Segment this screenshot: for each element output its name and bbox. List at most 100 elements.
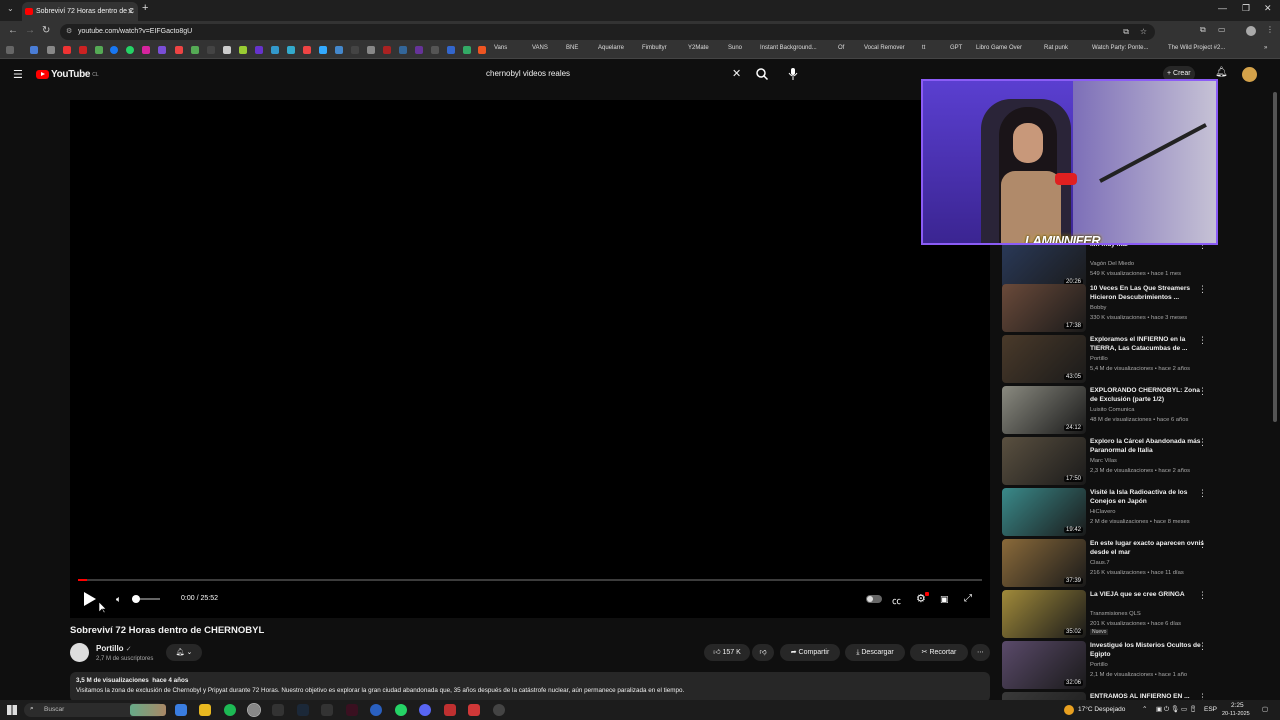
bookmark-of[interactable]: Of	[838, 45, 844, 51]
spotify-icon[interactable]	[224, 704, 236, 716]
copilot-icon[interactable]	[175, 704, 187, 716]
more-options-icon[interactable]: ⋮	[1198, 641, 1207, 652]
bookmark-icon[interactable]	[351, 46, 359, 54]
bookmark-icon[interactable]	[447, 46, 455, 54]
office-icon[interactable]	[468, 704, 480, 716]
tray-chevron-icon[interactable]: ⌃	[1142, 705, 1147, 713]
bookmark-icon[interactable]	[303, 46, 311, 54]
volume-icon[interactable]: 🔈︎	[116, 594, 121, 605]
bookmark-fimbultyr[interactable]: Fimbultyr	[642, 45, 667, 51]
more-options-icon[interactable]: ⋮	[1198, 284, 1207, 295]
more-options-icon[interactable]: ⋮	[1198, 335, 1207, 346]
bookmark-y2mate[interactable]: Y2Mate	[688, 45, 709, 51]
page-scrollbar[interactable]	[1273, 92, 1277, 422]
bookmark-wild-project[interactable]: The Wild Project #2...	[1168, 45, 1225, 51]
steam-icon[interactable]	[297, 704, 309, 716]
more-options-icon[interactable]: ⋮	[1198, 488, 1207, 499]
search-input[interactable]: chernobyl videos reales	[480, 65, 748, 83]
bookmark-icon[interactable]	[63, 46, 71, 54]
bookmark-rat-punk[interactable]: Rat punk	[1044, 45, 1068, 51]
download-button[interactable]: ⤓ Descargar	[845, 644, 905, 661]
obs-icon[interactable]	[493, 704, 505, 716]
video-thumbnail[interactable]: 24:12	[1002, 386, 1086, 434]
browser-tab[interactable]: Sobreviví 72 Horas dentro de C ✕	[22, 2, 138, 21]
bookmark-icon[interactable]	[255, 46, 263, 54]
browser-menu-icon[interactable]: ⋮	[1266, 25, 1274, 34]
share-button[interactable]: ➦ Compartir	[780, 644, 840, 661]
clock-time[interactable]: 2:25	[1231, 702, 1244, 709]
bookmark-icon[interactable]	[319, 46, 327, 54]
recommendation-channel[interactable]: HiClavero	[1090, 509, 1115, 515]
video-thumbnail[interactable]: 32:06	[1002, 641, 1086, 689]
autoplay-toggle[interactable]	[866, 595, 882, 603]
bookmark-aquelarre[interactable]: Aquelarre	[598, 45, 624, 51]
bookmark-tt[interactable]: tt	[922, 45, 925, 51]
back-icon[interactable]: ←	[8, 25, 18, 36]
app-icon[interactable]	[272, 704, 284, 716]
video-thumbnail[interactable]: 35:02	[1002, 590, 1086, 638]
app-icon[interactable]	[321, 704, 333, 716]
hamburger-menu-icon[interactable]: ☰	[13, 68, 23, 81]
facebook-icon[interactable]	[110, 46, 118, 54]
bookmark-icon[interactable]	[175, 46, 183, 54]
bookmark-bne[interactable]: BNE	[566, 45, 578, 51]
fullscreen-icon[interactable]: ⤢	[964, 593, 972, 604]
more-options-icon[interactable]: ⋮	[1198, 437, 1207, 448]
video-thumbnail[interactable]: 37:39	[1002, 539, 1086, 587]
apps-icon[interactable]	[6, 46, 14, 54]
clip-button[interactable]: ✂ Recortar	[910, 644, 968, 661]
account-avatar[interactable]	[1242, 67, 1257, 82]
whatsapp-icon[interactable]	[395, 704, 407, 716]
voice-search-button[interactable]	[788, 65, 804, 83]
window-close-button[interactable]: ✕	[1264, 3, 1272, 14]
language-indicator[interactable]: ESP	[1204, 706, 1217, 713]
bookmark-icon[interactable]	[335, 46, 343, 54]
recommendation-item[interactable]: 19:42 Visité la Isla Radioactiva de los C…	[1002, 488, 1222, 536]
video-thumbnail[interactable]: 17:38	[1002, 284, 1086, 332]
bookmark-libro-game-over[interactable]: Libro Game Over	[976, 45, 1022, 51]
bookmark-vocal-remover[interactable]: Vocal Remover	[864, 45, 905, 51]
bookmark-icon[interactable]	[383, 46, 391, 54]
windows-start-icon[interactable]	[7, 705, 17, 715]
recommendation-channel[interactable]: Portillo	[1090, 356, 1108, 362]
notifications-bell-icon[interactable]: 🔔︎	[1215, 67, 1228, 78]
volume-slider[interactable]	[132, 595, 160, 603]
bookmark-icon[interactable]	[271, 46, 279, 54]
recommendation-channel[interactable]: Transmisiones QLS	[1090, 611, 1141, 617]
install-icon[interactable]: ⧉	[1123, 24, 1129, 40]
bookmark-instant-background[interactable]: Instant Background...	[760, 45, 817, 51]
bookmark-icon[interactable]	[431, 46, 439, 54]
dislike-button[interactable]: 👎︎	[752, 644, 774, 661]
recommendation-item[interactable]: 20:26...n muy MalVagón Del Miedo549 K vi…	[1002, 240, 1222, 288]
bookmark-vans-folder[interactable]: VANS	[532, 45, 548, 51]
new-tab-button[interactable]: +	[142, 2, 148, 14]
recommendation-channel[interactable]: Vagón Del Miedo	[1090, 261, 1134, 267]
bookmark-icon[interactable]	[95, 46, 103, 54]
bookmark-icon[interactable]	[239, 46, 247, 54]
app-icon[interactable]	[444, 704, 456, 716]
bookmark-icon[interactable]	[478, 46, 486, 54]
recommendation-channel[interactable]: Claus.7	[1090, 560, 1110, 566]
channel-name[interactable]: Portillo ✓	[96, 644, 132, 653]
more-options-icon[interactable]: ⋮	[1198, 692, 1207, 700]
address-bar[interactable]: ⚙ youtube.com/watch?v=EIFGacto8gU ⧉ ☆	[60, 24, 1155, 40]
bookmark-vans[interactable]: Vans	[494, 45, 507, 51]
clear-search-icon[interactable]: ✕	[732, 67, 741, 80]
weather-text[interactable]: 17°C Despejado	[1078, 706, 1125, 713]
video-thumbnail[interactable]: 20:26	[1002, 240, 1086, 288]
bookmark-star-icon[interactable]: ☆	[1140, 24, 1147, 40]
file-explorer-icon[interactable]	[199, 704, 211, 716]
recommendation-item[interactable]: 24:12 EXPLORANDO CHERNOBYL: Zona de Exclu…	[1002, 386, 1222, 434]
recommendation-item[interactable]: 32:06 Investigué los Misterios Ocultos de…	[1002, 641, 1222, 689]
whatsapp-icon[interactable]	[126, 46, 134, 54]
video-player[interactable]: 🔈︎ 0:00 / 25:52 ㏄ ⚙ ▣ ⤢	[70, 100, 990, 618]
profile-avatar[interactable]	[1246, 26, 1256, 36]
extensions-icon[interactable]: ⧉	[1200, 25, 1206, 35]
recommendation-item[interactable]: ENTRAMOS AL INFIERNO EN ... ⋮	[1002, 692, 1222, 700]
recommendation-item[interactable]: 43:05 Exploramos el INFIERNO en la TIERRA…	[1002, 335, 1222, 383]
more-options-icon[interactable]: ⋮	[1198, 386, 1207, 397]
maximize-button[interactable]: ❐	[1242, 3, 1250, 14]
progress-bar[interactable]	[78, 579, 982, 581]
bookmark-icon[interactable]	[79, 46, 87, 54]
recommendation-channel[interactable]: Bobby	[1090, 305, 1106, 311]
